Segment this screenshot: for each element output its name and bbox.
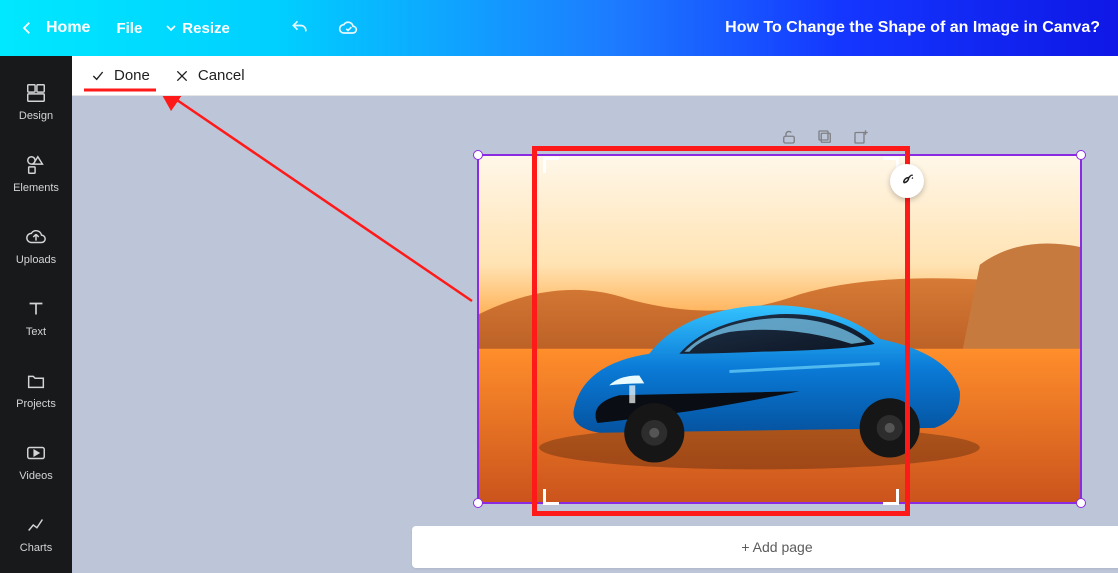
resize-handle[interactable] xyxy=(473,498,483,508)
image-effects-button[interactable] xyxy=(890,164,924,198)
sidebar-item-label: Charts xyxy=(20,542,52,554)
sidebar-item-label: Elements xyxy=(13,182,59,194)
sidebar-item-label: Text xyxy=(26,326,46,338)
page-title: How To Change the Shape of an Image in C… xyxy=(725,19,1100,37)
design-icon xyxy=(25,82,47,104)
unlock-icon[interactable] xyxy=(780,128,798,146)
file-menu[interactable]: File xyxy=(116,20,142,37)
add-page-label: + Add page xyxy=(741,539,812,555)
sidebar-item-text[interactable]: Text xyxy=(0,282,72,354)
back-icon[interactable] xyxy=(18,19,36,37)
resize-handle[interactable] xyxy=(473,150,483,160)
canvas[interactable]: + Add page xyxy=(72,96,1118,573)
projects-icon xyxy=(25,370,47,392)
cancel-label: Cancel xyxy=(198,67,245,84)
workspace: Design Elements Uploads Text Projects Vi… xyxy=(0,56,1118,573)
resize-handle[interactable] xyxy=(1076,498,1086,508)
topbar-icons xyxy=(290,18,358,38)
sidebar-item-label: Design xyxy=(19,110,53,122)
resize-label: Resize xyxy=(182,20,230,37)
sidebar-item-label: Videos xyxy=(19,470,52,482)
check-icon xyxy=(90,68,106,84)
sidebar-item-uploads[interactable]: Uploads xyxy=(0,210,72,282)
done-button[interactable]: Done xyxy=(90,67,150,84)
sidebar-item-elements[interactable]: Elements xyxy=(0,138,72,210)
crop-corner[interactable] xyxy=(543,157,559,173)
close-icon xyxy=(174,68,190,84)
crop-action-bar: Done Cancel xyxy=(72,56,1118,96)
videos-icon xyxy=(25,442,47,464)
resize-menu[interactable]: Resize xyxy=(166,20,230,37)
cancel-button[interactable]: Cancel xyxy=(174,67,245,84)
cloud-icon[interactable] xyxy=(338,18,358,38)
sidebar-item-charts[interactable]: Charts xyxy=(0,498,72,570)
sparkle-icon xyxy=(897,171,917,191)
sidebar-item-videos[interactable]: Videos xyxy=(0,426,72,498)
text-icon xyxy=(25,298,47,320)
done-underline-annotation xyxy=(84,84,156,96)
undo-icon[interactable] xyxy=(290,18,310,38)
uploads-icon xyxy=(25,226,47,248)
duplicate-page-icon[interactable] xyxy=(816,128,834,146)
crop-corner[interactable] xyxy=(883,489,899,505)
dropdown-icon xyxy=(166,23,176,33)
crop-corner[interactable] xyxy=(543,489,559,505)
add-page-button[interactable]: + Add page xyxy=(412,526,1118,568)
sidebar-item-label: Uploads xyxy=(16,254,56,266)
elements-icon xyxy=(25,154,47,176)
sidebar-item-projects[interactable]: Projects xyxy=(0,354,72,426)
crop-box[interactable] xyxy=(532,146,910,516)
resize-handle[interactable] xyxy=(1076,150,1086,160)
editor-right: Done Cancel xyxy=(72,56,1118,573)
home-link[interactable]: Home xyxy=(46,19,90,37)
page-actions xyxy=(780,128,870,146)
sidebar-item-label: Projects xyxy=(16,398,56,410)
add-page-icon[interactable] xyxy=(852,128,870,146)
sidebar: Design Elements Uploads Text Projects Vi… xyxy=(0,56,72,573)
charts-icon xyxy=(25,514,47,536)
done-label: Done xyxy=(114,67,150,84)
topbar: Home File Resize How To Change the Shape… xyxy=(0,0,1118,56)
sidebar-item-design[interactable]: Design xyxy=(0,66,72,138)
